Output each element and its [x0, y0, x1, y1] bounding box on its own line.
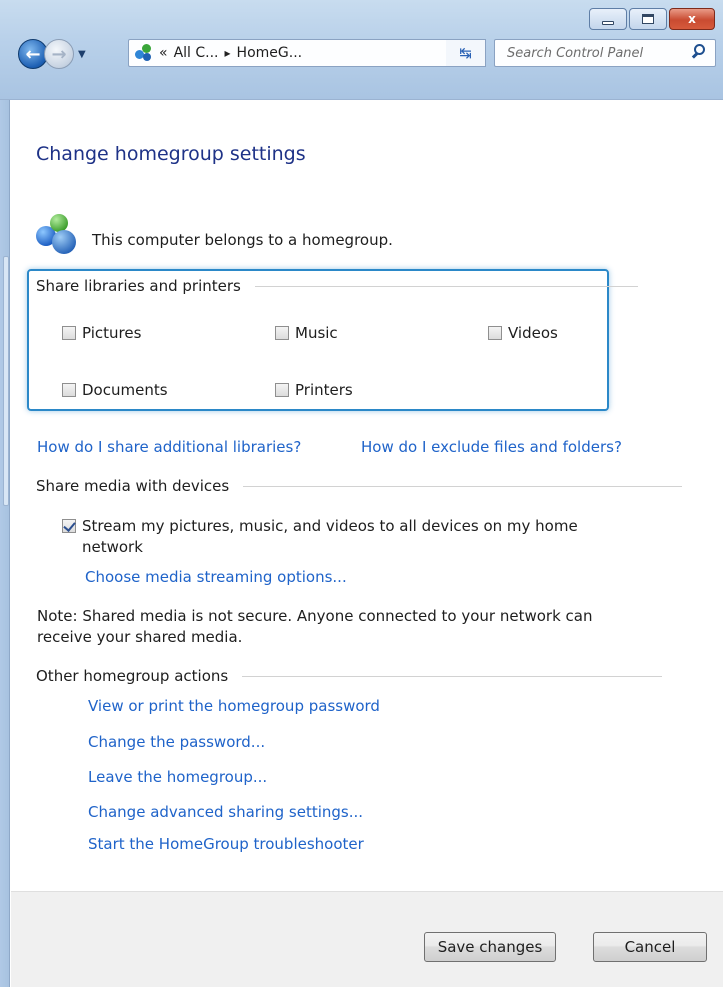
- homegroup-small-icon: [135, 44, 153, 62]
- breadcrumb-all-control-panel[interactable]: All C...: [174, 45, 219, 61]
- checkbox-documents[interactable]: Documents: [62, 381, 168, 399]
- breadcrumb-homegroup[interactable]: HomeG...: [237, 45, 303, 61]
- share-libraries-heading: Share libraries and printers: [36, 277, 638, 295]
- page-title: Change homegroup settings: [36, 143, 306, 165]
- search-box[interactable]: [494, 39, 716, 67]
- breadcrumb-separator-icon[interactable]: ▸: [225, 46, 231, 60]
- checkbox-box[interactable]: [275, 326, 289, 340]
- address-bar[interactable]: « All C... ▸ HomeG... ▼: [128, 39, 475, 67]
- divider: [254, 285, 638, 287]
- title-bar: x ← → ▼ « All C... ▸ HomeG... ▼ ↹: [0, 0, 723, 100]
- other-actions-heading: Other homegroup actions: [36, 667, 663, 685]
- refresh-icon: ↹: [459, 44, 472, 62]
- exclude-files-link[interactable]: How do I exclude files and folders?: [361, 438, 622, 456]
- refresh-button[interactable]: ↹: [446, 39, 486, 67]
- checkbox-label[interactable]: Pictures: [82, 324, 141, 342]
- note-line2: receive your shared media.: [37, 628, 243, 646]
- checkbox-label[interactable]: Stream my pictures, music, and videos to…: [82, 516, 578, 558]
- forward-arrow-icon: →: [51, 43, 67, 65]
- search-input[interactable]: [505, 44, 685, 62]
- checkbox-label[interactable]: Printers: [295, 381, 353, 399]
- share-libraries-heading-text: Share libraries and printers: [36, 277, 241, 295]
- checkbox-music[interactable]: Music: [275, 324, 338, 342]
- recent-pages-dropdown-icon[interactable]: ▼: [78, 49, 86, 60]
- checkbox-label[interactable]: Videos: [508, 324, 558, 342]
- checkbox-box[interactable]: [62, 383, 76, 397]
- frame-highlight: [3, 256, 9, 506]
- checkbox-videos[interactable]: Videos: [488, 324, 558, 342]
- security-note: Note: Shared media is not secure. Anyone…: [37, 606, 592, 648]
- minimize-button[interactable]: [589, 8, 627, 30]
- navigation-buttons: ← → ▼: [18, 37, 86, 71]
- window-frame-left: [0, 100, 10, 987]
- leave-homegroup-link[interactable]: Leave the homegroup...: [88, 768, 267, 786]
- share-media-heading: Share media with devices: [36, 477, 683, 495]
- media-streaming-options-link[interactable]: Choose media streaming options...: [85, 568, 347, 586]
- close-icon: x: [688, 12, 696, 26]
- divider: [243, 485, 683, 487]
- share-media-heading-text: Share media with devices: [36, 477, 230, 495]
- minimize-icon: [602, 20, 614, 25]
- search-icon[interactable]: [691, 44, 707, 62]
- checkbox-box[interactable]: [488, 326, 502, 340]
- homegroup-icon: [36, 214, 82, 256]
- stream-label-line2: network: [82, 538, 143, 556]
- change-password-link[interactable]: Change the password...: [88, 733, 265, 751]
- membership-status: This computer belongs to a homegroup.: [36, 214, 393, 256]
- share-additional-libraries-link[interactable]: How do I share additional libraries?: [37, 438, 301, 456]
- note-line1: Note: Shared media is not secure. Anyone…: [37, 607, 593, 625]
- control-panel-window: x ← → ▼ « All C... ▸ HomeG... ▼ ↹: [0, 0, 723, 987]
- forward-button[interactable]: →: [44, 39, 74, 69]
- back-arrow-icon: ←: [25, 43, 41, 65]
- membership-text: This computer belongs to a homegroup.: [92, 231, 393, 249]
- stream-label-line1: Stream my pictures, music, and videos to…: [82, 517, 578, 535]
- close-button[interactable]: x: [669, 8, 715, 30]
- breadcrumb-overflow[interactable]: «: [159, 45, 168, 61]
- checkbox-label[interactable]: Music: [295, 324, 338, 342]
- other-actions-heading-text: Other homegroup actions: [36, 667, 229, 685]
- checkbox-box[interactable]: [62, 326, 76, 340]
- view-print-password-link[interactable]: View or print the homegroup password: [88, 697, 380, 715]
- advanced-sharing-settings-link[interactable]: Change advanced sharing settings...: [88, 803, 363, 821]
- button-bar: Save changes Cancel: [11, 891, 723, 987]
- checkbox-stream-media[interactable]: Stream my pictures, music, and videos to…: [62, 516, 578, 558]
- divider: [242, 675, 663, 677]
- checkbox-label[interactable]: Documents: [82, 381, 168, 399]
- window-controls: x: [589, 8, 715, 30]
- homegroup-troubleshooter-link[interactable]: Start the HomeGroup troubleshooter: [88, 835, 364, 853]
- maximize-button[interactable]: [629, 8, 667, 30]
- checkbox-printers[interactable]: Printers: [275, 381, 353, 399]
- breadcrumb: « All C... ▸ HomeG...: [159, 45, 302, 61]
- checkbox-pictures[interactable]: Pictures: [62, 324, 141, 342]
- cancel-button[interactable]: Cancel: [593, 932, 707, 962]
- checkbox-box[interactable]: [275, 383, 289, 397]
- maximize-icon: [642, 14, 654, 24]
- checkbox-box[interactable]: [62, 519, 76, 533]
- main-content: Change homegroup settings This computer …: [11, 101, 723, 891]
- save-changes-button[interactable]: Save changes: [424, 932, 556, 962]
